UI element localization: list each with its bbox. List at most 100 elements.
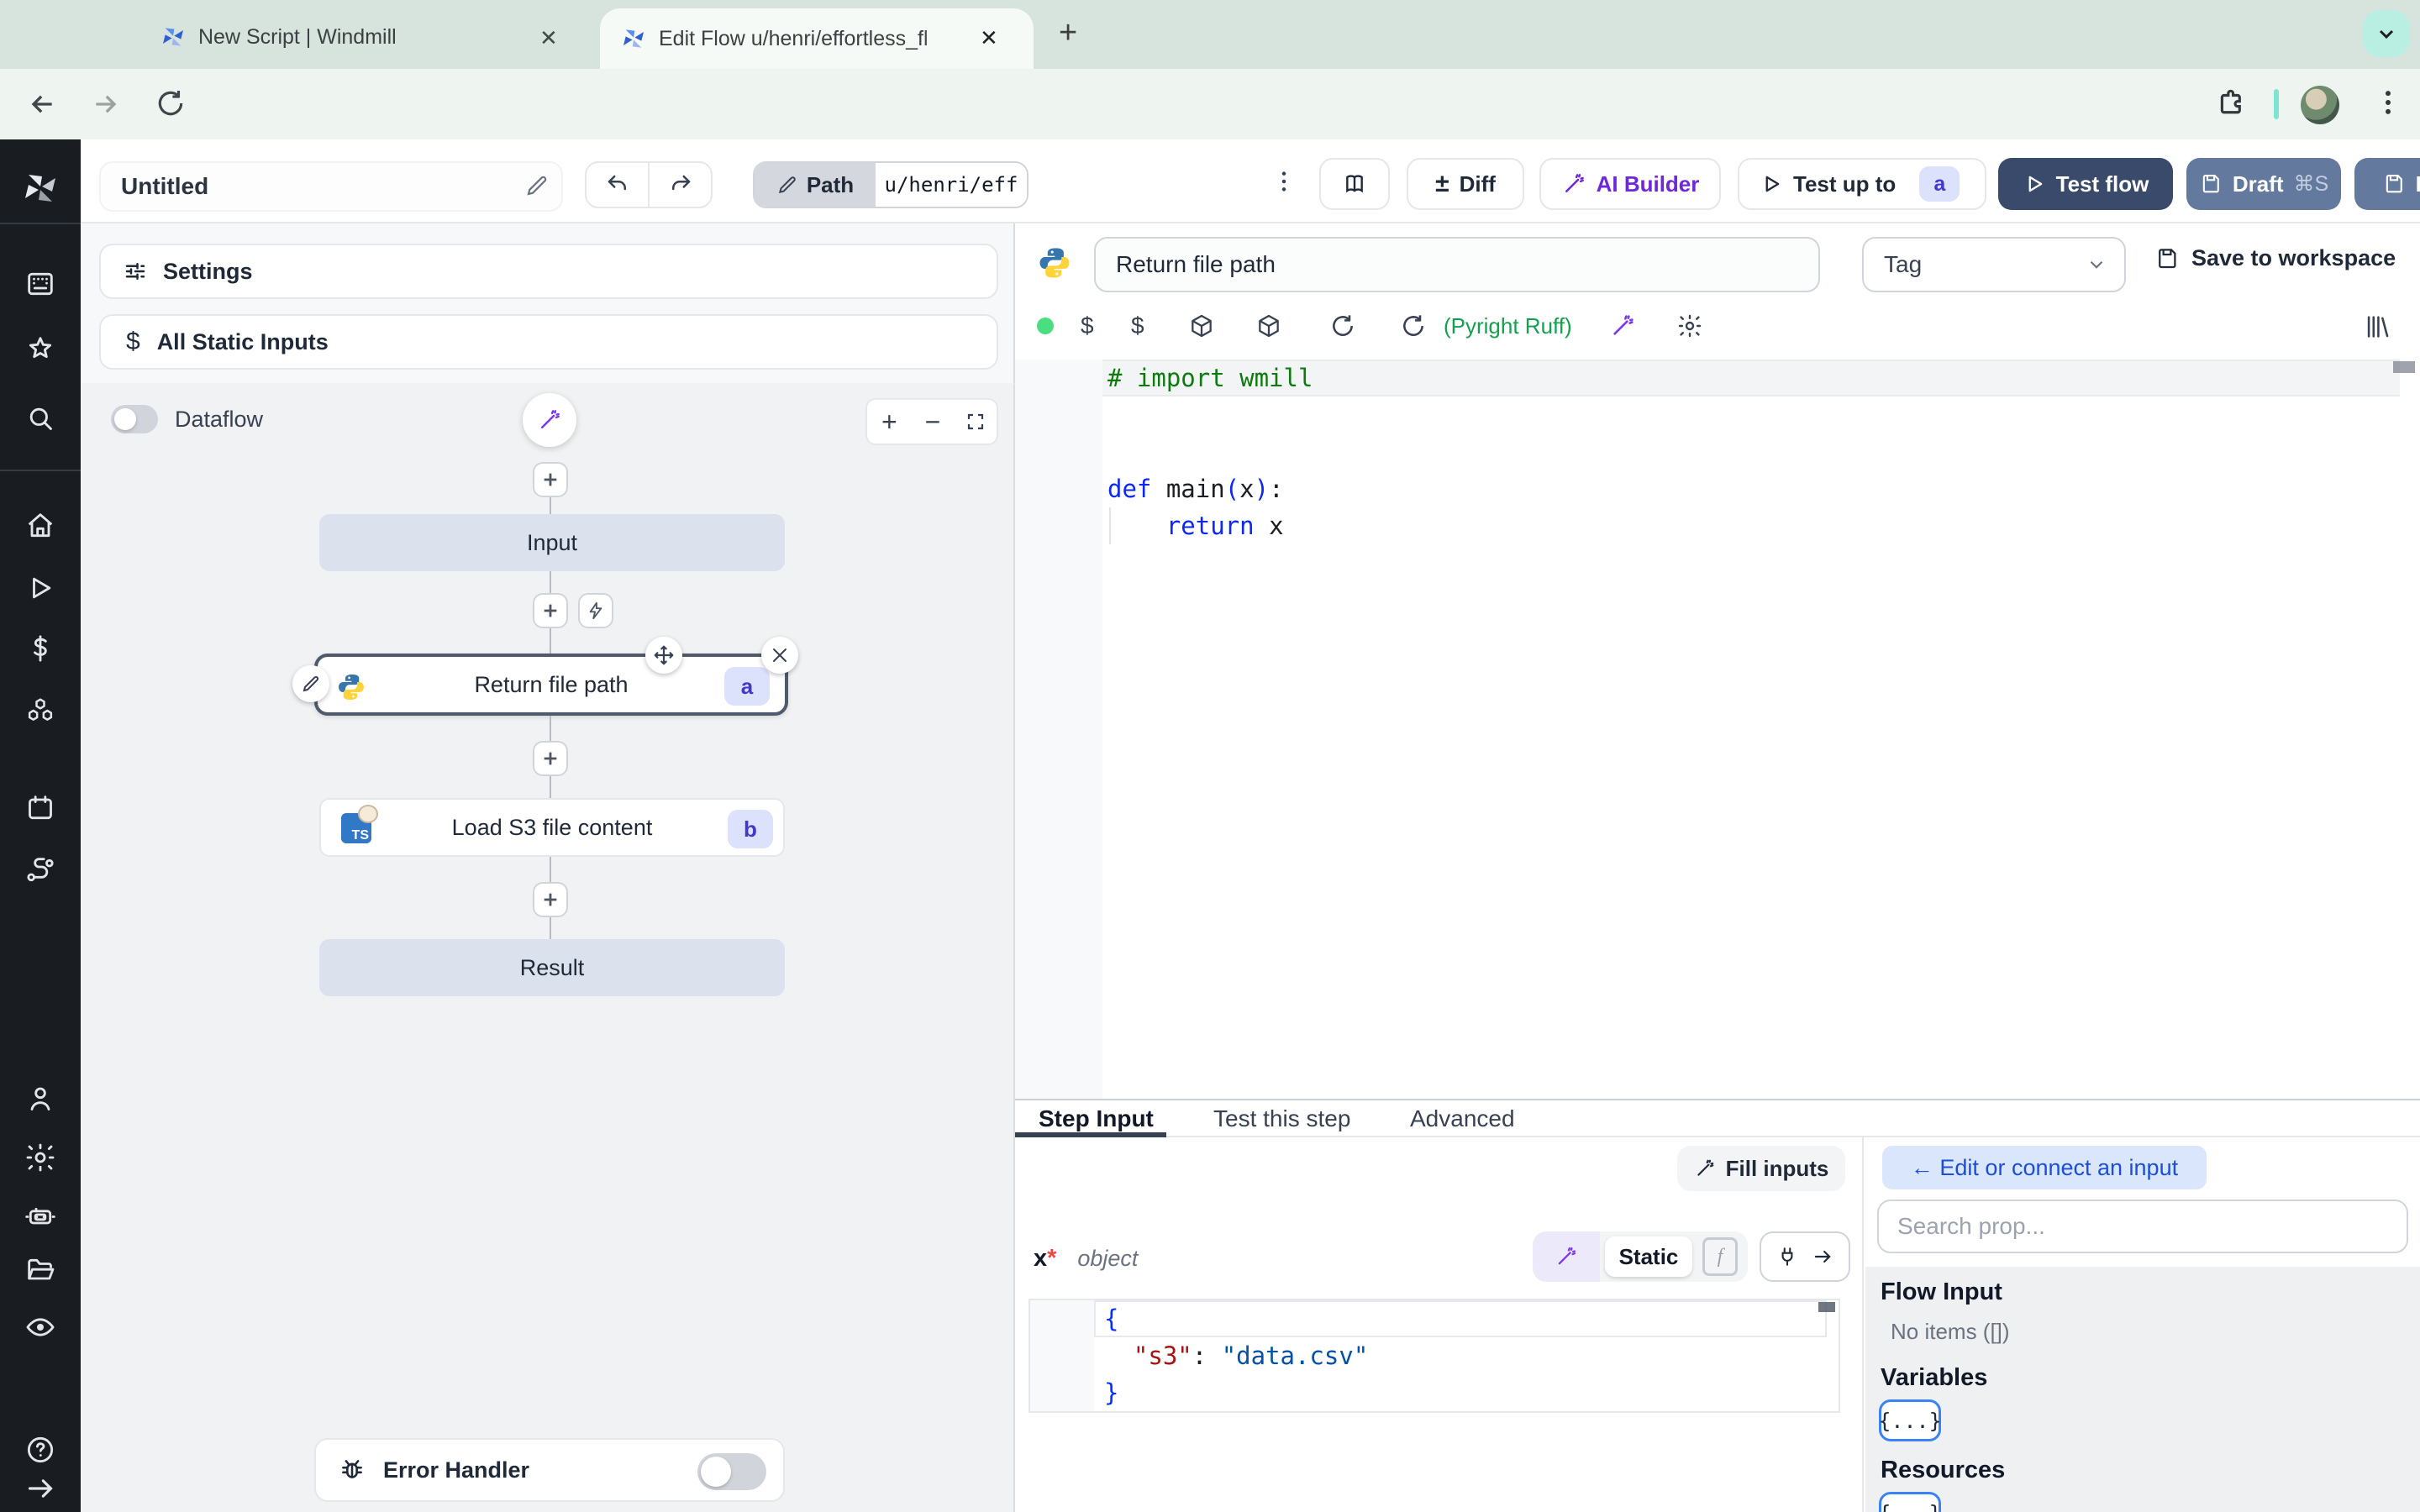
tab-close-icon[interactable]: ✕ (980, 25, 998, 51)
draft-shortcut: ⌘S (2293, 172, 2329, 196)
deploy-button[interactable]: Deploy (2354, 158, 2420, 210)
windmill-favicon (160, 24, 187, 50)
step-name-input[interactable]: Return file path (1094, 237, 1820, 292)
settings-button[interactable]: Settings (99, 244, 998, 299)
sidebar-apps-icon[interactable] (24, 267, 57, 301)
editor-settings-icon[interactable] (1676, 312, 1703, 339)
extensions-icon[interactable] (2215, 87, 2247, 119)
windmill-logo[interactable] (20, 168, 60, 208)
library-icon[interactable] (2363, 312, 2391, 341)
reload-icon[interactable] (155, 87, 187, 119)
sidebar-search-icon[interactable] (24, 402, 57, 435)
new-tab-icon[interactable]: + (1059, 15, 1077, 51)
move-node-icon[interactable] (645, 637, 682, 674)
add-step-button[interactable] (533, 882, 568, 917)
sidebar-users-icon[interactable] (24, 1082, 57, 1116)
test-up-to-button[interactable]: Test up to a (1738, 158, 1986, 210)
flow-input-node[interactable]: Input (319, 514, 785, 571)
search-prop-input[interactable]: Search prop... (1877, 1200, 2408, 1253)
lint-status[interactable]: (Pyright Ruff) (1444, 313, 1572, 339)
json-content[interactable]: { "s3": "data.csv"} (1104, 1300, 1368, 1411)
rename-pencil-icon[interactable] (524, 173, 550, 198)
editor-scrollbar[interactable] (1818, 1302, 1835, 1312)
docs-button[interactable] (1319, 158, 1390, 210)
zoom-in-icon[interactable]: + (867, 407, 912, 438)
delete-node-icon[interactable] (761, 637, 798, 674)
tab-step-input[interactable]: Step Input (1039, 1105, 1154, 1132)
reload-icon[interactable] (1400, 312, 1444, 339)
sidebar-folders-icon[interactable] (24, 1253, 57, 1287)
redo-icon[interactable] (650, 163, 711, 207)
sidebar-home-icon[interactable] (24, 509, 57, 543)
sidebar-expand-icon[interactable] (24, 1472, 57, 1505)
sidebar-audit-icon[interactable] (24, 1310, 57, 1344)
path-chip[interactable]: Path u/henri/eff (753, 161, 1028, 208)
sliders-icon (125, 263, 145, 280)
dataflow-toggle[interactable] (111, 405, 158, 433)
error-handler-card[interactable]: Error Handler (314, 1438, 785, 1502)
flow-name-input[interactable]: Untitled (99, 161, 563, 212)
add-trigger-button[interactable] (578, 593, 613, 628)
ai-builder-button[interactable]: AI Builder (1539, 158, 1721, 210)
tab-close-icon[interactable]: ✕ (539, 25, 558, 51)
static-mode-button[interactable]: Static (1605, 1236, 1692, 1277)
ai-wand-icon[interactable] (1609, 312, 1676, 339)
sidebar-runs-icon[interactable] (24, 571, 57, 605)
sidebar-help-icon[interactable] (24, 1433, 57, 1467)
add-step-button[interactable] (533, 462, 568, 497)
forward-icon[interactable] (89, 87, 123, 121)
zoom-out-icon[interactable]: − (912, 407, 955, 438)
package-icon[interactable] (1255, 312, 1329, 339)
browser-tab-active[interactable]: Edit Flow u/henri/effortless_fl ✕ (600, 8, 1034, 69)
back-icon[interactable] (25, 87, 59, 121)
sidebar-divider (0, 223, 81, 224)
tab-search-button[interactable] (2363, 10, 2410, 57)
fill-inputs-button[interactable]: Fill inputs (1677, 1146, 1845, 1191)
browser-avatar[interactable] (2301, 86, 2339, 124)
browser-tab-inactive[interactable]: New Script | Windmill ✕ (148, 13, 581, 60)
secrets-picker-icon[interactable]: $ (1131, 312, 1188, 339)
diff-button[interactable]: ± Diff (1407, 158, 1524, 210)
package-icon[interactable] (1188, 312, 1255, 339)
json-input-editor[interactable]: { "s3": "data.csv"} (1028, 1299, 1840, 1413)
tab-test-this-step[interactable]: Test this step (1213, 1105, 1350, 1132)
ai-arg-button[interactable] (1533, 1231, 1600, 1282)
resources-title: Resources (1881, 1457, 2006, 1483)
add-step-button[interactable] (533, 741, 568, 776)
flow-node-b[interactable]: TS Load S3 file content b (319, 798, 785, 857)
more-options-icon[interactable] (1270, 163, 1297, 200)
test-flow-button[interactable]: Test flow (1998, 158, 2173, 210)
variables-picker-icon[interactable]: $ (1081, 312, 1131, 339)
tab-advanced[interactable]: Advanced (1410, 1105, 1515, 1132)
flow-result-node[interactable]: Result (319, 939, 785, 996)
sidebar-resources-icon[interactable] (24, 694, 57, 727)
save-to-workspace-button[interactable]: Save to workspace (2154, 245, 2396, 271)
sidebar-settings-icon[interactable] (24, 1141, 57, 1174)
undo-icon[interactable] (587, 163, 650, 207)
sidebar-workers-icon[interactable] (24, 1198, 57, 1231)
code-editor[interactable]: # import wmill def main(x): return x (1015, 360, 2420, 1099)
draft-button[interactable]: Draft ⌘S (2186, 158, 2341, 210)
edit-connect-button[interactable]: ← Edit or connect an input (1882, 1146, 2207, 1189)
tag-select[interactable]: Tag (1862, 237, 2126, 292)
fit-view-icon[interactable] (954, 412, 997, 432)
code-content[interactable]: # import wmill def main(x): return x (1107, 360, 1313, 544)
browser-menu-icon[interactable] (2371, 86, 2405, 119)
resources-object-chip[interactable]: {...} (1878, 1492, 1942, 1512)
editor-scrollbar[interactable] (2393, 361, 2415, 373)
reload-icon[interactable] (1329, 312, 1400, 339)
ai-flow-button[interactable] (523, 393, 576, 447)
sidebar-variables-icon[interactable] (24, 632, 57, 665)
sidebar-favorites-icon[interactable] (24, 333, 57, 366)
sidebar-workflows-icon[interactable] (24, 853, 57, 887)
edit-node-icon[interactable] (292, 665, 329, 702)
add-step-button[interactable] (533, 593, 568, 628)
error-handler-toggle[interactable] (697, 1453, 766, 1490)
javascript-mode-icon[interactable]: f (1702, 1237, 1738, 1276)
all-static-inputs-button[interactable]: $ All Static Inputs (99, 314, 998, 370)
search-placeholder: Search prop... (1897, 1213, 2045, 1239)
flow-node-a[interactable]: Return file path a (314, 654, 788, 716)
screen: New Script | Windmill ✕ Edit Flow u/henr… (0, 0, 2420, 1512)
sidebar-schedules-icon[interactable] (24, 791, 57, 825)
variables-object-chip[interactable]: {...} (1878, 1399, 1942, 1441)
